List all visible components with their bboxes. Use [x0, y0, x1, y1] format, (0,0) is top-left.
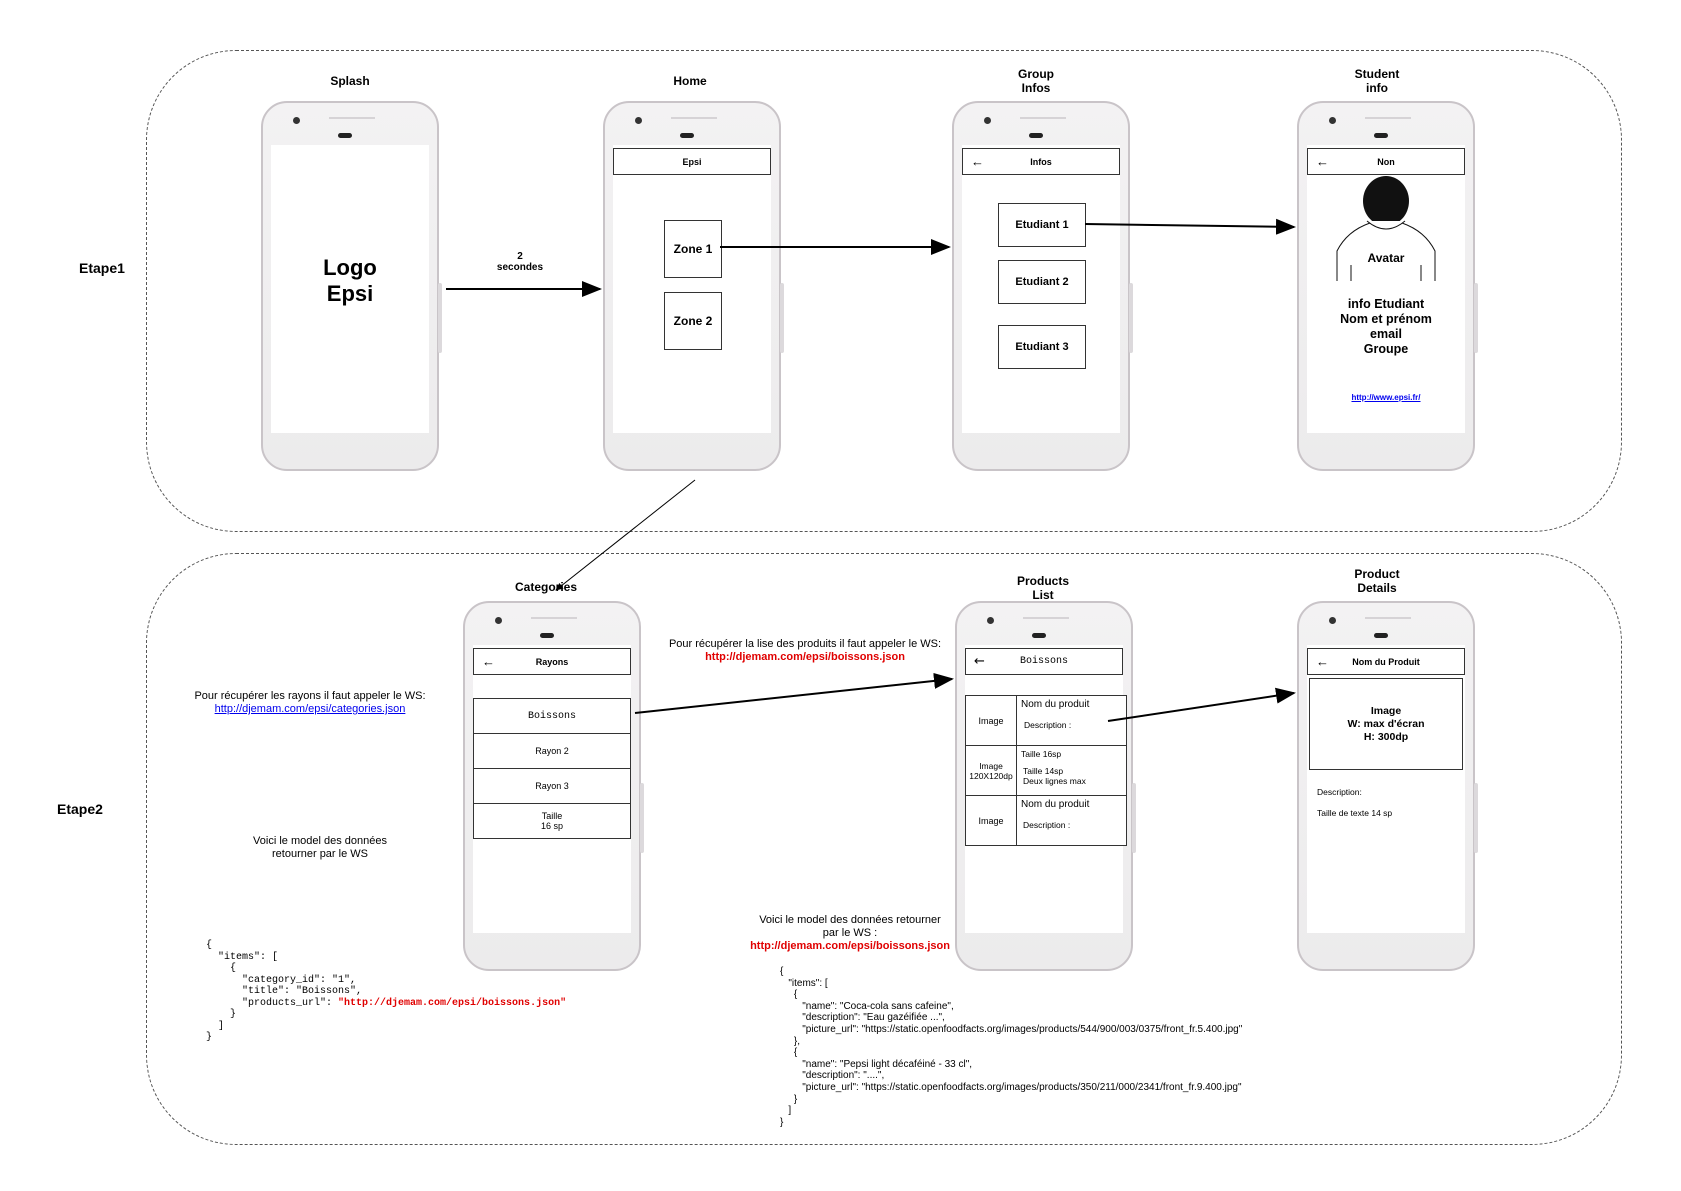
arrow-product-details — [1107, 687, 1296, 722]
flow-arrows — [446, 218, 1296, 722]
arrow-student1-info — [1084, 218, 1296, 235]
arrow-home-categories — [555, 479, 696, 591]
arrow-boissons-products — [634, 672, 954, 714]
